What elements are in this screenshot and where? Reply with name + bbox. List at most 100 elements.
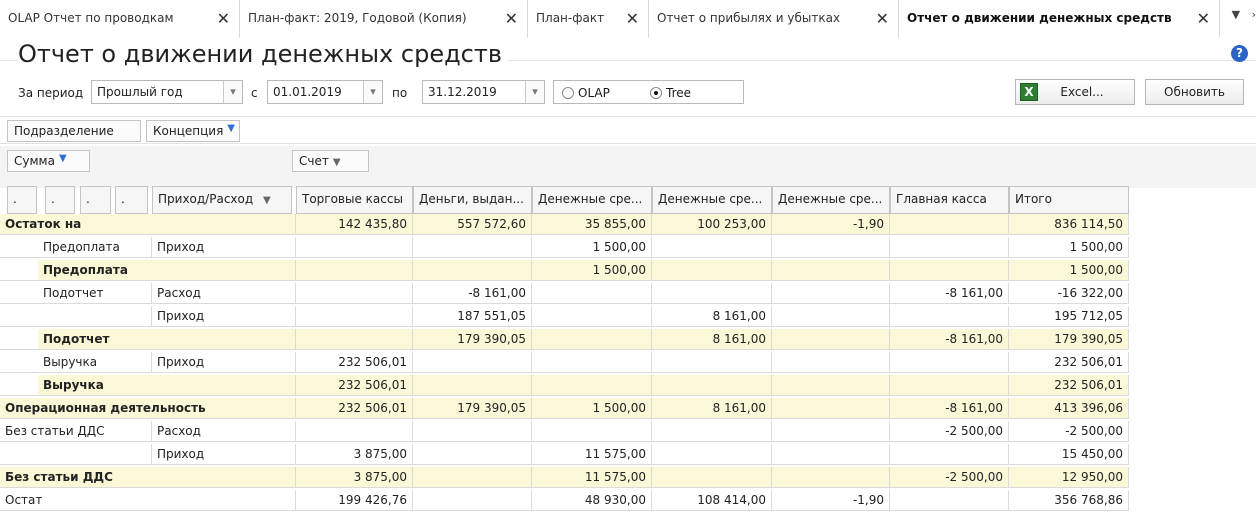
value-cell [296, 329, 413, 350]
row-dim-chip[interactable]: . [115, 186, 148, 214]
value-cell: -1,90 [772, 490, 890, 511]
value-cell [772, 260, 890, 281]
period-label: За период [18, 86, 84, 100]
chevron-down-icon[interactable]: ▾ [363, 81, 382, 103]
tab-profit-loss[interactable]: Отчет о прибылях и убытках ✕ [649, 0, 899, 38]
filter-chip-concept[interactable]: Концепция ▼ [146, 120, 240, 142]
date-from-field[interactable]: 01.01.2019 ▾ [267, 80, 383, 104]
row-dim-chip[interactable]: . [80, 186, 111, 214]
value-cell [772, 375, 890, 396]
chip-label: Концепция [153, 124, 224, 138]
chevron-right-icon[interactable]: › [1252, 8, 1256, 21]
value-cell [890, 306, 1009, 327]
chevron-down-icon[interactable]: ▼ [263, 195, 271, 206]
tab-olap-report[interactable]: OLAP Отчет по проводкам ✕ [0, 0, 240, 38]
value-cell [413, 444, 532, 465]
value-cell [890, 375, 1009, 396]
chip-label: Приход/Расход [158, 192, 254, 206]
column-chip-account[interactable]: Счет ▼ [292, 150, 369, 172]
tab-plan-fact-copy[interactable]: План-факт: 2019, Годовой (Копия) ✕ [240, 0, 528, 38]
excel-button[interactable]: X Excel... [1015, 79, 1135, 105]
column-header[interactable]: Главная касса [890, 186, 1009, 214]
value-cell: 108 414,00 [652, 490, 772, 511]
filter-chip-department[interactable]: Подразделение [7, 120, 141, 142]
total-cell: 195 712,05 [1009, 306, 1129, 327]
close-icon[interactable]: ✕ [217, 9, 230, 28]
from-label: с [251, 86, 258, 100]
value-cell [296, 283, 413, 304]
value-cell [532, 329, 652, 350]
value-cell [890, 214, 1009, 235]
column-header[interactable]: Денежные сре... [772, 186, 890, 214]
excel-icon: X [1020, 83, 1038, 101]
tab-plan-fact[interactable]: План-факт ✕ [528, 0, 649, 38]
value-cell [772, 444, 890, 465]
row-label-direction: Приход [152, 237, 296, 258]
table-row[interactable]: Подотчет 179 390,05 8 161,00 -8 161,00 179 3… [0, 329, 1129, 350]
data-chip-sum[interactable]: Сумма ▼ [7, 150, 90, 172]
column-header[interactable]: Деньги, выдан... [413, 186, 532, 214]
table-row[interactable]: Операционная деятельность 232 506,01 179 3… [0, 398, 1129, 419]
row-label-level2 [38, 306, 152, 327]
table-row[interactable]: Остаток на 142 435,80 557 572,60 35 855,00 1… [0, 214, 1129, 235]
value-cell [296, 237, 413, 258]
chip-label: Счет [299, 154, 329, 168]
help-icon[interactable]: ? [1231, 45, 1248, 62]
chevron-down-icon[interactable]: ▼ [333, 157, 341, 168]
tab-cash-flow[interactable]: Отчет о движении денежных средств ✕ [899, 0, 1220, 38]
row-label-direction: Приход [152, 444, 296, 465]
radio-checked-icon [650, 87, 662, 99]
row-dim-chip[interactable]: . [7, 186, 37, 214]
value-cell [772, 306, 890, 327]
table-row[interactable]: Подотчет Расход -8 161,00 -8 161,00 -16 322,… [0, 283, 1129, 304]
table-row[interactable]: Приход 3 875,00 11 575,00 15 450,00 [0, 444, 1129, 465]
column-header-total[interactable]: Итого [1009, 186, 1129, 214]
value-cell: -8 161,00 [890, 283, 1009, 304]
row-label-level1: Без статьи ДДС [0, 421, 152, 442]
value-cell [772, 237, 890, 258]
row-dim-chip[interactable]: . [45, 186, 75, 214]
column-header[interactable]: Торговые кассы [296, 186, 413, 214]
chevron-down-icon[interactable]: ▼ [1232, 8, 1240, 21]
table-row[interactable]: Выручка Приход 232 506,01 232 506,01 [0, 352, 1129, 373]
value-cell [652, 352, 772, 373]
date-to-field[interactable]: 31.12.2019 ▾ [422, 80, 545, 104]
value-cell [296, 306, 413, 327]
pivot-zone: Сумма ▼ Счет ▼ [0, 146, 1256, 188]
value-cell [532, 352, 652, 373]
close-icon[interactable]: ✕ [505, 9, 518, 28]
value-cell [772, 283, 890, 304]
table-row[interactable]: Приход 187 551,05 8 161,00 195 712,05 [0, 306, 1129, 327]
row-label-level1 [0, 352, 38, 373]
chevron-down-icon[interactable]: ▾ [223, 81, 242, 103]
value-cell: -2 500,00 [890, 467, 1009, 488]
table-row[interactable]: Без статьи ДДС Расход -2 500,00 -2 500,00 [0, 421, 1129, 442]
filter-funnel-icon[interactable]: ▼ [59, 153, 67, 164]
value-cell: 142 435,80 [296, 214, 413, 235]
tab-scroll[interactable]: ▼ › [1224, 8, 1256, 21]
value-cell [652, 421, 772, 442]
row-label-level2 [38, 444, 152, 465]
period-select[interactable]: Прошлый год ▾ [91, 80, 243, 104]
row-label-direction: Расход [152, 283, 296, 304]
table-row[interactable]: Без статьи ДДС 3 875,00 11 575,00 -2 500,00… [0, 467, 1129, 488]
total-cell: 1 500,00 [1009, 260, 1129, 281]
radio-tree[interactable]: Tree [650, 86, 691, 100]
close-icon[interactable]: ✕ [1197, 9, 1210, 28]
value-cell: -8 161,00 [890, 329, 1009, 350]
value-cell [413, 490, 532, 511]
column-header[interactable]: Денежные сре... [652, 186, 772, 214]
filter-funnel-icon[interactable]: ▼ [227, 123, 235, 134]
table-row[interactable]: Остат 199 426,76 48 930,00 108 414,00 -1,90 3… [0, 490, 1129, 511]
table-row[interactable]: Предоплата 1 500,00 1 500,00 [0, 260, 1129, 281]
close-icon[interactable]: ✕ [876, 9, 889, 28]
close-icon[interactable]: ✕ [626, 9, 639, 28]
refresh-button[interactable]: Обновить [1145, 79, 1244, 105]
column-header[interactable]: Денежные сре... [532, 186, 652, 214]
table-row[interactable]: Предоплата Приход 1 500,00 1 500,00 [0, 237, 1129, 258]
chip-label: Подразделение [14, 124, 114, 138]
table-row[interactable]: Выручка 232 506,01 232 506,01 [0, 375, 1129, 396]
radio-olap[interactable]: OLAP [562, 86, 610, 100]
row-dim-income-expense[interactable]: Приход/Расход ▼ [152, 186, 292, 214]
chevron-down-icon[interactable]: ▾ [525, 81, 544, 103]
